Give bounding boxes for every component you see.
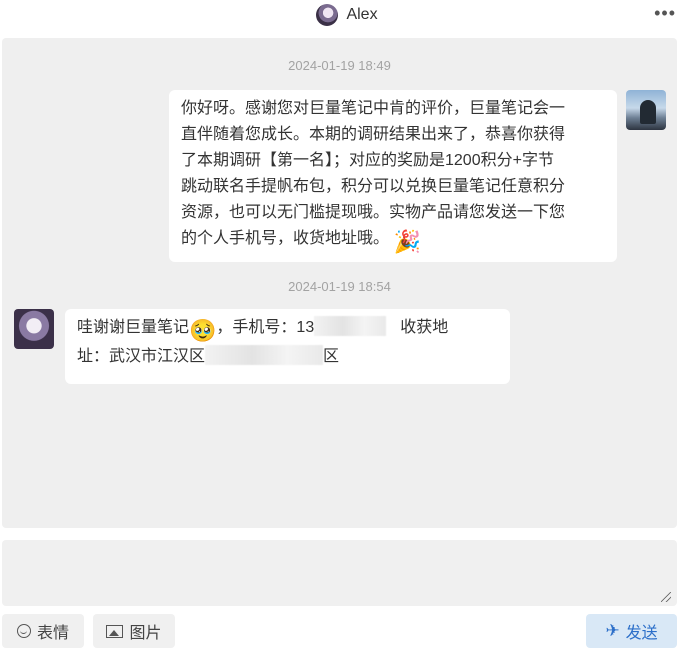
emoji-button-label: 表情	[36, 625, 69, 642]
image-icon	[106, 624, 124, 638]
image-button[interactable]: 图片	[93, 614, 175, 648]
redacted-phone	[314, 316, 387, 336]
message-timestamp: 2024-01-19 18:54	[288, 279, 391, 294]
message-timestamp: 2024-01-19 18:49	[288, 58, 391, 73]
message-line: 跳动联名手提帆布包，积分可以兑换巨量笔记任意积分	[181, 178, 566, 195]
message-text: ，手机号：13	[216, 319, 315, 336]
contact-message-avatar[interactable]	[14, 309, 54, 349]
message-line: 址：武汉市江汉区 区	[77, 344, 500, 370]
message-line: 资源，也可以无门槛提现哦。实物产品请您发送一下您	[181, 204, 566, 221]
message-line-text: 的个人手机号，收货地址哦。	[181, 230, 390, 247]
message-text: 收获地	[400, 319, 449, 336]
party-popper-icon: 🎉	[393, 229, 421, 254]
teary-face-icon: 🥹	[189, 318, 217, 343]
emoji-button[interactable]: 表情	[2, 614, 84, 648]
message-text: 哇谢谢巨量笔记	[77, 319, 190, 336]
my-avatar[interactable]	[626, 90, 666, 130]
more-dots-icon[interactable]: •••	[654, 3, 676, 24]
message-line: 直伴随着您成长。本期的调研结果出来了，恭喜你获得	[181, 126, 566, 143]
message-list[interactable]: 2024-01-19 18:49 你好呀。感谢您对巨量笔记中肯的评价，巨量笔记会…	[2, 38, 677, 528]
chat-header: Alex •••	[0, 0, 694, 32]
smile-icon	[16, 624, 31, 638]
message-line: 哇谢谢巨量笔记🥹，手机号：13 收获地	[77, 315, 500, 344]
message-text: 址：武汉市江汉区	[77, 348, 206, 365]
message-bubble-incoming[interactable]: 哇谢谢巨量笔记🥹，手机号：13 收获地 址：武汉市江汉区 区	[65, 309, 510, 384]
resize-handle-icon[interactable]	[661, 592, 671, 602]
redacted-address	[205, 345, 324, 365]
send-button-label: 发送	[625, 625, 658, 642]
message-line: 了本期调研【第一名】；对应的奖励是1200积分+字节	[181, 152, 554, 169]
message-bubble-outgoing[interactable]: 你好呀。感谢您对巨量笔记中肯的评价，巨量笔记会一 直伴随着您成长。本期的调研结果…	[169, 90, 617, 262]
message-text: 区	[323, 348, 340, 365]
contact-avatar[interactable]	[316, 4, 339, 26]
contact-info[interactable]: Alex	[0, 2, 694, 28]
message-line: 你好呀。感谢您对巨量笔记中肯的评价，巨量笔记会一	[181, 100, 566, 117]
message-input[interactable]	[2, 540, 677, 606]
contact-name: Alex	[346, 6, 378, 23]
send-icon: ✈	[605, 621, 620, 640]
send-button[interactable]: ✈ 发送	[586, 614, 677, 648]
message-line: 的个人手机号，收货地址哦。 🎉	[181, 226, 607, 255]
image-button-label: 图片	[129, 625, 162, 642]
